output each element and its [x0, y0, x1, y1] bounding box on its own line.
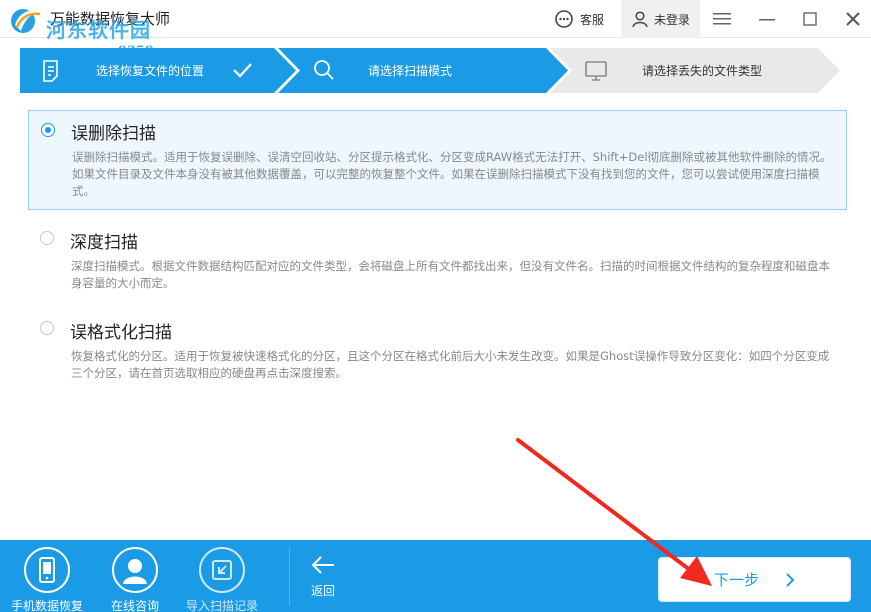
- support-agent-icon: [123, 559, 147, 584]
- phone-icon: [39, 557, 55, 583]
- online-consult-circle: [112, 547, 158, 593]
- chat-bubble-icon: [555, 10, 573, 28]
- scan-option-deep[interactable]: 深度扫描 深度扫描模式。根据文件数据结构匹配对应的文件类型，会将磁盘上所有文件都…: [28, 220, 847, 300]
- step-3-label: 请选择丢失的文件类型: [642, 64, 763, 78]
- next-step-label: 下一步: [713, 571, 759, 589]
- phone-recovery-circle: [24, 547, 70, 593]
- close-button[interactable]: [833, 0, 871, 38]
- step-2-label: 请选择扫描模式: [368, 64, 453, 78]
- option-description: 误删除扫描模式。适用于恢复误删除、误清空回收站、分区提示格式化、分区变成RAW格…: [72, 150, 832, 198]
- step-1-label: 选择恢复文件的位置: [96, 64, 205, 78]
- user-icon: [632, 11, 648, 28]
- scan-option-format[interactable]: 误格式化扫描 恢复格式化的分区。适用于恢复被快速格式化的分区，且这个分区在格式化…: [28, 310, 847, 390]
- back-button[interactable]: 返回: [300, 554, 346, 599]
- radio-deep-scan[interactable]: [40, 231, 54, 245]
- scan-option-deleted[interactable]: 误删除扫描 误删除扫描模式。适用于恢复误删除、误清空回收站、分区提示格式化、分区…: [28, 110, 847, 210]
- login-button[interactable]: 未登录: [621, 0, 700, 38]
- maximize-button[interactable]: [790, 0, 830, 38]
- import-scan-record-circle: [199, 547, 245, 593]
- title-bar: 万能数据恢复大师 河东软件园 www.pc0359.cn 客服 未登录: [0, 0, 871, 59]
- login-label: 未登录: [653, 12, 690, 27]
- toolbar-divider: [289, 548, 290, 606]
- radio-format-scan[interactable]: [40, 321, 54, 335]
- next-step-button[interactable]: 下一步: [658, 557, 851, 602]
- option-title: 深度扫描: [70, 233, 138, 253]
- app-logo-icon: [11, 9, 41, 33]
- menu-button[interactable]: [702, 0, 742, 38]
- close-icon: [846, 12, 860, 26]
- minimize-button[interactable]: [747, 0, 787, 38]
- import-scan-record-button[interactable]: 导入扫描记录: [182, 547, 262, 612]
- arrow-left-icon: [311, 556, 334, 574]
- step-progress-bar: 选择恢复文件的位置 请选择扫描模式 请选择丢失的文件类型: [20, 48, 840, 93]
- option-title: 误删除扫描: [71, 124, 156, 144]
- option-description: 深度扫描模式。根据文件数据结构匹配对应的文件类型，会将磁盘上所有文件都找出来，但…: [71, 259, 830, 290]
- maximize-icon: [803, 12, 817, 26]
- option-description: 恢复格式化的分区。适用于恢复被快速格式化的分区，且这个分区在格式化前后大小未发生…: [71, 349, 830, 380]
- import-scan-record-label: 导入扫描记录: [185, 599, 258, 612]
- import-icon: [212, 560, 232, 580]
- chevron-right-icon: [786, 572, 795, 587]
- minimize-icon: [759, 19, 775, 21]
- phone-recovery-button[interactable]: 手机数据恢复: [7, 547, 87, 612]
- back-label: 返回: [310, 584, 335, 598]
- watermark-text: 河东软件园: [46, 18, 151, 42]
- option-title: 误格式化扫描: [70, 323, 172, 343]
- online-consult-button[interactable]: 在线咨询: [95, 547, 175, 612]
- customer-service-button[interactable]: 客服: [554, 7, 604, 31]
- hamburger-menu-icon: [713, 13, 731, 25]
- radio-deleted-scan[interactable]: [41, 123, 55, 137]
- phone-recovery-label: 手机数据恢复: [10, 599, 83, 612]
- online-consult-label: 在线咨询: [110, 599, 159, 612]
- customer-service-label: 客服: [580, 12, 605, 27]
